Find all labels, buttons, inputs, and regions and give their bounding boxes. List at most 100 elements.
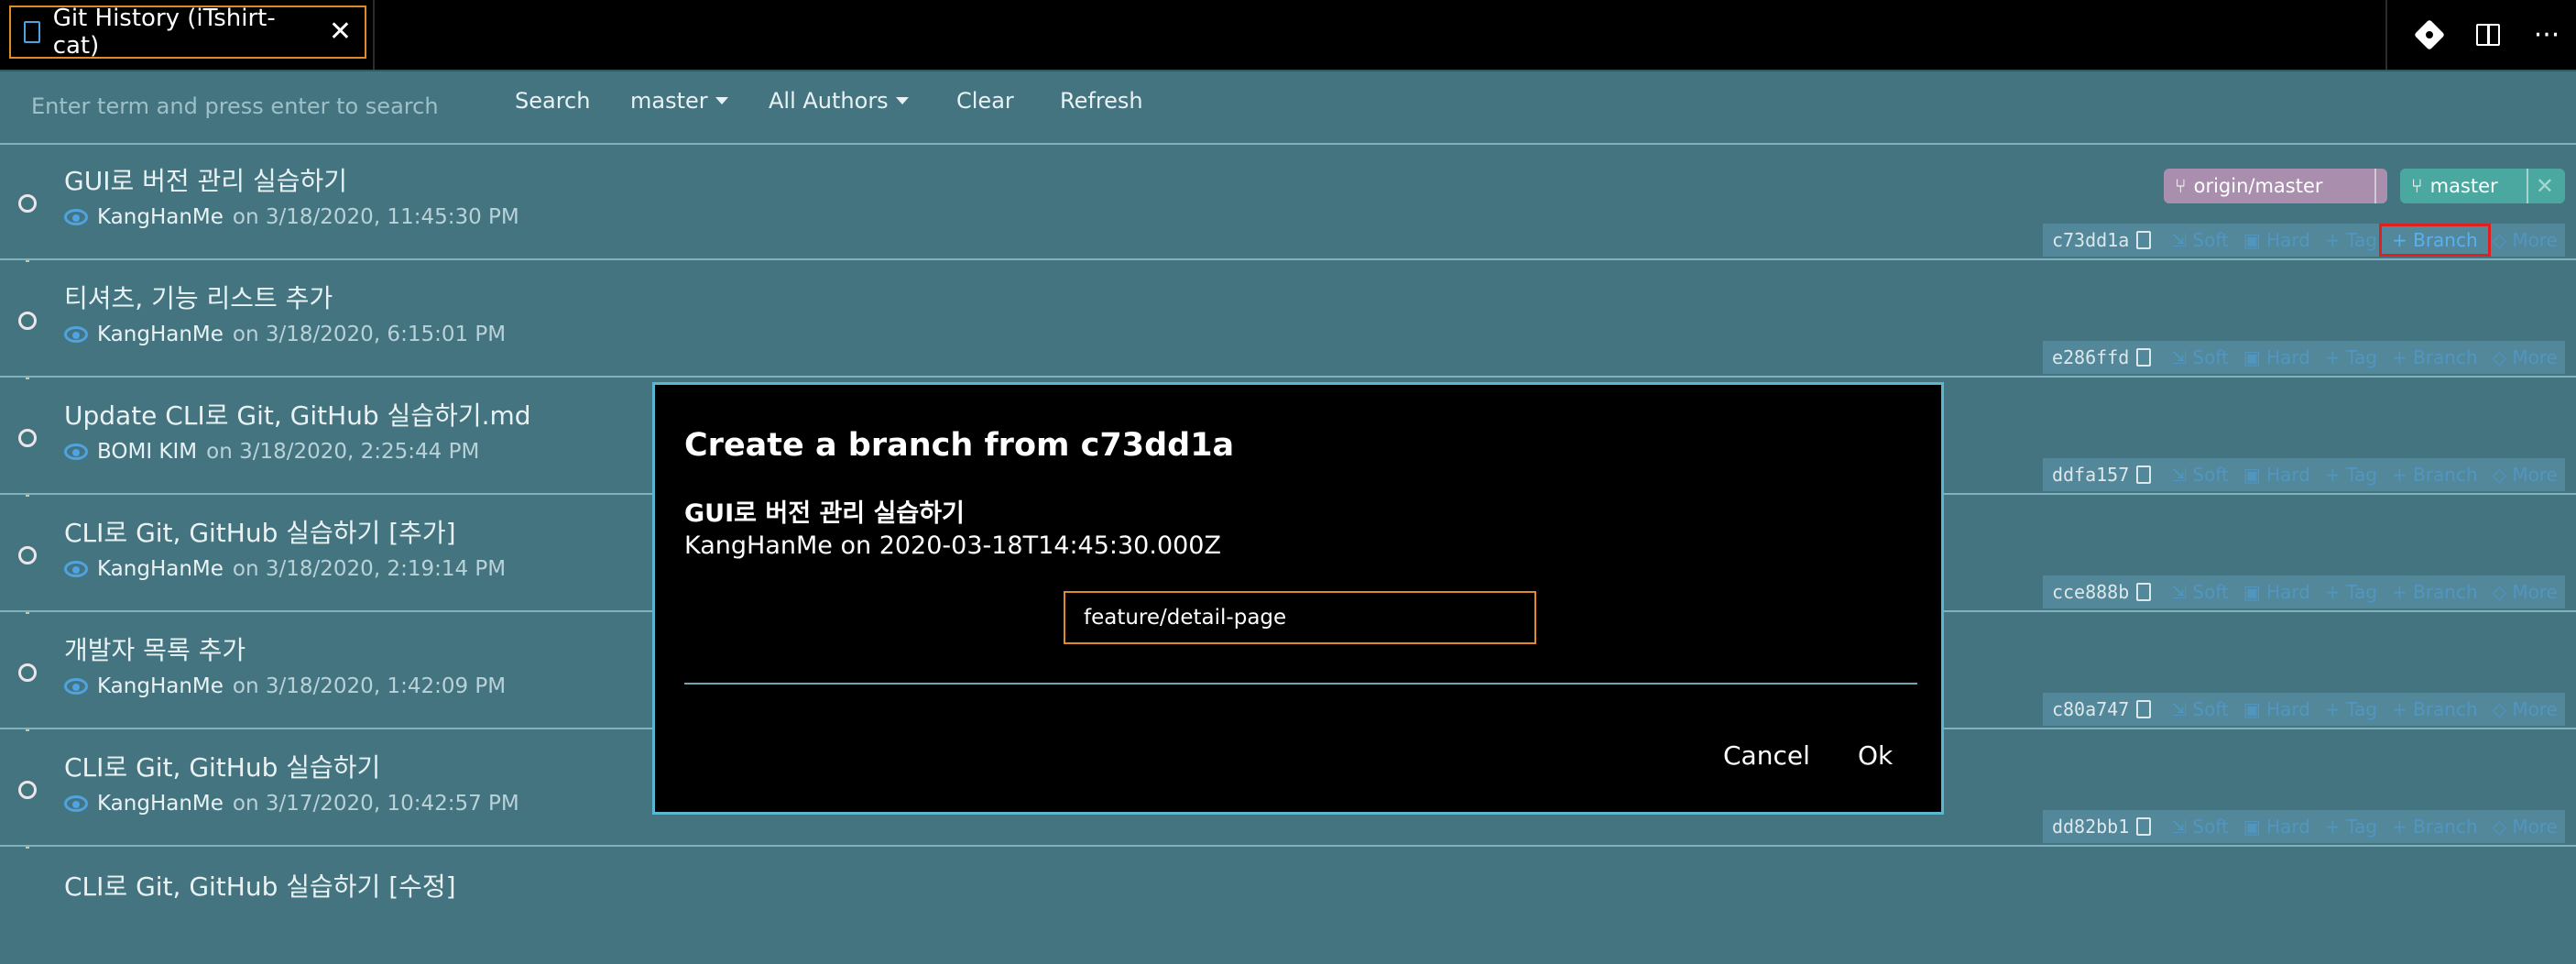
soft-reset-button[interactable]: ⇲ Soft: [2164, 229, 2236, 251]
more-label: More: [2512, 581, 2558, 603]
commit-meta: BOMI KIM on 3/18/2020, 2:25:44 PM: [64, 440, 479, 464]
copy-icon[interactable]: [2136, 348, 2152, 367]
hard-reset-button[interactable]: ▣ Hard: [2236, 581, 2318, 603]
eye-icon[interactable]: [64, 795, 88, 812]
file-icon: [24, 21, 40, 43]
more-button[interactable]: ◇ More: [2485, 464, 2565, 486]
commit-hash[interactable]: c80a747: [2043, 698, 2136, 720]
ref-divider: [2374, 169, 2376, 203]
commit-node: [18, 429, 37, 447]
tag-label: Tag: [2346, 698, 2377, 720]
tag-button[interactable]: + Tag: [2318, 816, 2385, 838]
tag-button[interactable]: + Tag: [2318, 581, 2385, 603]
commit-subject[interactable]: 개발자 목록 추가: [64, 630, 246, 667]
commit-author[interactable]: KangHanMe: [97, 323, 224, 346]
clear-button[interactable]: Clear: [956, 88, 1014, 114]
tab-git-history[interactable]: Git History (iTshirt-cat) ✕: [9, 5, 366, 60]
ok-button[interactable]: Ok: [1858, 740, 1893, 771]
commit-date: on 3/17/2020, 10:42:57 PM: [232, 792, 519, 816]
close-icon[interactable]: ✕: [329, 18, 352, 46]
more-button[interactable]: ◇ More: [2485, 229, 2565, 251]
commit-subject[interactable]: 티셔츠, 기능 리스트 추가: [64, 279, 333, 315]
copy-icon[interactable]: [2136, 466, 2152, 484]
authors-dropdown[interactable]: All Authors: [769, 88, 909, 114]
editor-tab-bar: Git History (iTshirt-cat) ✕ ···: [0, 0, 2576, 71]
editor-actions: ···: [2385, 0, 2576, 70]
split-editor-button[interactable]: [2459, 0, 2517, 70]
commit-author[interactable]: KangHanMe: [97, 674, 224, 698]
branch-label: Branch: [2413, 698, 2478, 720]
refresh-button[interactable]: Refresh: [1060, 88, 1143, 114]
hard-reset-button[interactable]: ▣ Hard: [2236, 229, 2318, 251]
git-history-button[interactable]: [2400, 0, 2459, 70]
tag-button[interactable]: + Tag: [2318, 698, 2385, 720]
commit-subject[interactable]: CLI로 Git, GitHub 실습하기: [64, 748, 380, 784]
soft-reset-button[interactable]: ⇲ Soft: [2164, 816, 2236, 838]
commit-hash[interactable]: c73dd1a: [2043, 229, 2136, 251]
dialog-commit-subject: GUI로 버전 관리 실습하기: [684, 499, 965, 528]
commit-subject[interactable]: GUI로 버전 관리 실습하기: [64, 161, 347, 198]
eye-icon[interactable]: [64, 444, 88, 460]
split-editor-icon: [2476, 24, 2500, 46]
branch-button[interactable]: + Branch: [2379, 224, 2491, 257]
tag-label: Tag: [2346, 581, 2377, 603]
branch-button[interactable]: + Branch: [2385, 346, 2485, 368]
copy-icon[interactable]: [2136, 817, 2152, 836]
copy-icon[interactable]: [2136, 700, 2152, 718]
commit-subject[interactable]: CLI로 Git, GitHub 실습하기 [수정]: [64, 867, 456, 904]
commit-row[interactable]: 티셔츠, 기능 리스트 추가 KangHanMe on 3/18/2020, 6…: [0, 262, 2576, 378]
commit-author[interactable]: KangHanMe: [97, 557, 224, 581]
remove-ref-icon[interactable]: ✕: [2536, 173, 2554, 199]
commit-author[interactable]: BOMI KIM: [97, 440, 197, 464]
branch-button[interactable]: + Branch: [2385, 581, 2485, 603]
tag-button[interactable]: + Tag: [2318, 229, 2385, 251]
commit-row[interactable]: CLI로 Git, GitHub 실습하기 [수정]: [0, 849, 2576, 964]
tab-divider: [373, 0, 375, 70]
soft-reset-button[interactable]: ⇲ Soft: [2164, 698, 2236, 720]
commit-subject[interactable]: Update CLI로 Git, GitHub 실습하기.md: [64, 396, 531, 433]
hard-reset-button[interactable]: ▣ Hard: [2236, 816, 2318, 838]
more-actions-button[interactable]: ···: [2517, 0, 2576, 70]
soft-label: Soft: [2192, 346, 2229, 368]
search-input[interactable]: [18, 86, 495, 126]
commit-author[interactable]: KangHanMe: [97, 792, 224, 816]
commit-hash[interactable]: e286ffd: [2043, 346, 2136, 368]
soft-reset-button[interactable]: ⇲ Soft: [2164, 346, 2236, 368]
more-button[interactable]: ◇ More: [2485, 816, 2565, 838]
hard-reset-button[interactable]: ▣ Hard: [2236, 698, 2318, 720]
eye-icon[interactable]: [64, 678, 88, 695]
soft-reset-button[interactable]: ⇲ Soft: [2164, 581, 2236, 603]
branch-name-input[interactable]: [1064, 591, 1536, 644]
commit-row[interactable]: GUI로 버전 관리 실습하기 KangHanMe on 3/18/2020, …: [0, 145, 2576, 260]
copy-icon[interactable]: [2136, 231, 2152, 249]
branch-button[interactable]: + Branch: [2385, 816, 2485, 838]
tag-button[interactable]: + Tag: [2318, 346, 2385, 368]
eye-icon[interactable]: [64, 561, 88, 577]
commit-hash[interactable]: dd82bb1: [2043, 816, 2136, 838]
commit-actions: e286ffd ⇲ Soft ▣ Hard + Tag + Branch ◇ M…: [2042, 341, 2565, 374]
more-button[interactable]: ◇ More: [2485, 698, 2565, 720]
more-button[interactable]: ◇ More: [2485, 581, 2565, 603]
branch-dropdown[interactable]: master: [630, 88, 728, 114]
ref-master[interactable]: ⑂ master ✕: [2400, 169, 2565, 203]
hard-reset-button[interactable]: ▣ Hard: [2236, 464, 2318, 486]
eye-icon[interactable]: [64, 326, 88, 343]
branch-label: Branch: [2413, 816, 2478, 838]
more-button[interactable]: ◇ More: [2485, 346, 2565, 368]
commit-subject[interactable]: CLI로 Git, GitHub 실습하기 [추가]: [64, 513, 456, 550]
branch-button[interactable]: + Branch: [2385, 698, 2485, 720]
tag-button[interactable]: + Tag: [2318, 464, 2385, 486]
ref-origin-master[interactable]: ⑂ origin/master: [2164, 169, 2387, 203]
soft-reset-button[interactable]: ⇲ Soft: [2164, 464, 2236, 486]
copy-icon[interactable]: [2136, 583, 2152, 601]
hard-reset-button[interactable]: ▣ Hard: [2236, 346, 2318, 368]
commit-author[interactable]: KangHanMe: [97, 205, 224, 229]
branch-button[interactable]: + Branch: [2385, 464, 2485, 486]
commit-node: [18, 546, 37, 564]
eye-icon[interactable]: [64, 209, 88, 225]
search-button[interactable]: Search: [515, 88, 590, 114]
commit-actions: ddfa157 ⇲ Soft ▣ Hard + Tag + Branch ◇ M…: [2042, 458, 2565, 491]
commit-hash[interactable]: ddfa157: [2043, 464, 2136, 486]
commit-hash[interactable]: cce888b: [2043, 581, 2136, 603]
cancel-button[interactable]: Cancel: [1723, 740, 1810, 771]
